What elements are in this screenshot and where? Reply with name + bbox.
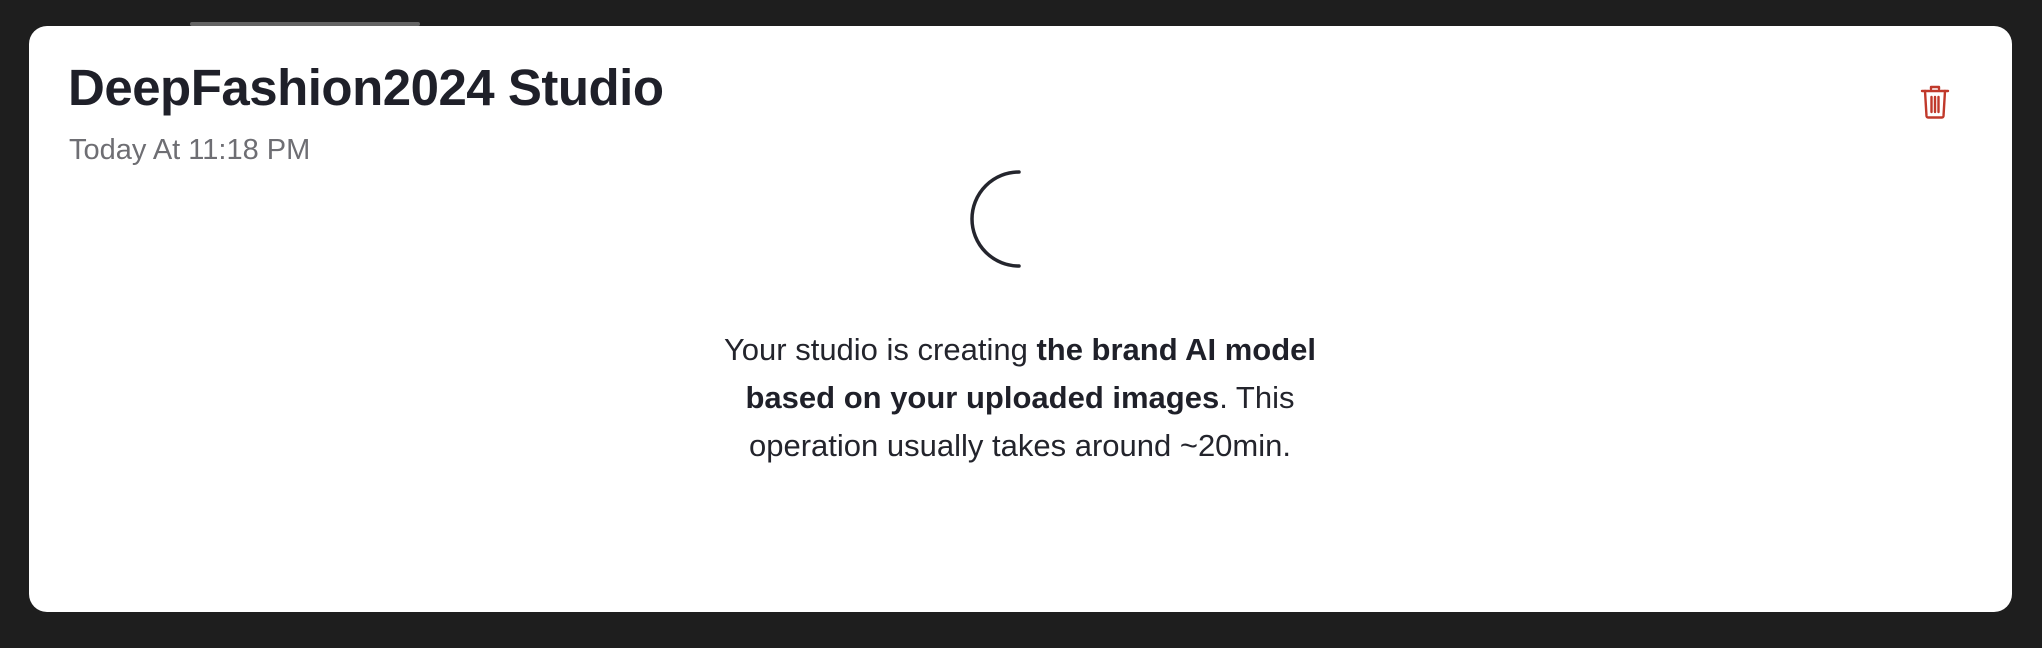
loading-spinner <box>970 170 1068 268</box>
studio-title-name: DeepFashion2024 <box>68 59 495 116</box>
status-message-prefix: Your studio is creating <box>723 332 1037 367</box>
studio-title-suffix: Studio <box>507 59 664 116</box>
status-message-period: . <box>1219 380 1228 415</box>
delete-studio-button[interactable] <box>1909 76 1961 128</box>
status-message: Your studio is creating the brand AI mod… <box>690 326 1350 470</box>
trash-icon <box>1920 85 1950 119</box>
studio-card: DeepFashion2024 Studio Today At 11:18 PM… <box>29 26 2012 612</box>
studio-title: DeepFashion2024 Studio <box>68 62 664 113</box>
studio-timestamp: Today At 11:18 PM <box>69 134 311 166</box>
